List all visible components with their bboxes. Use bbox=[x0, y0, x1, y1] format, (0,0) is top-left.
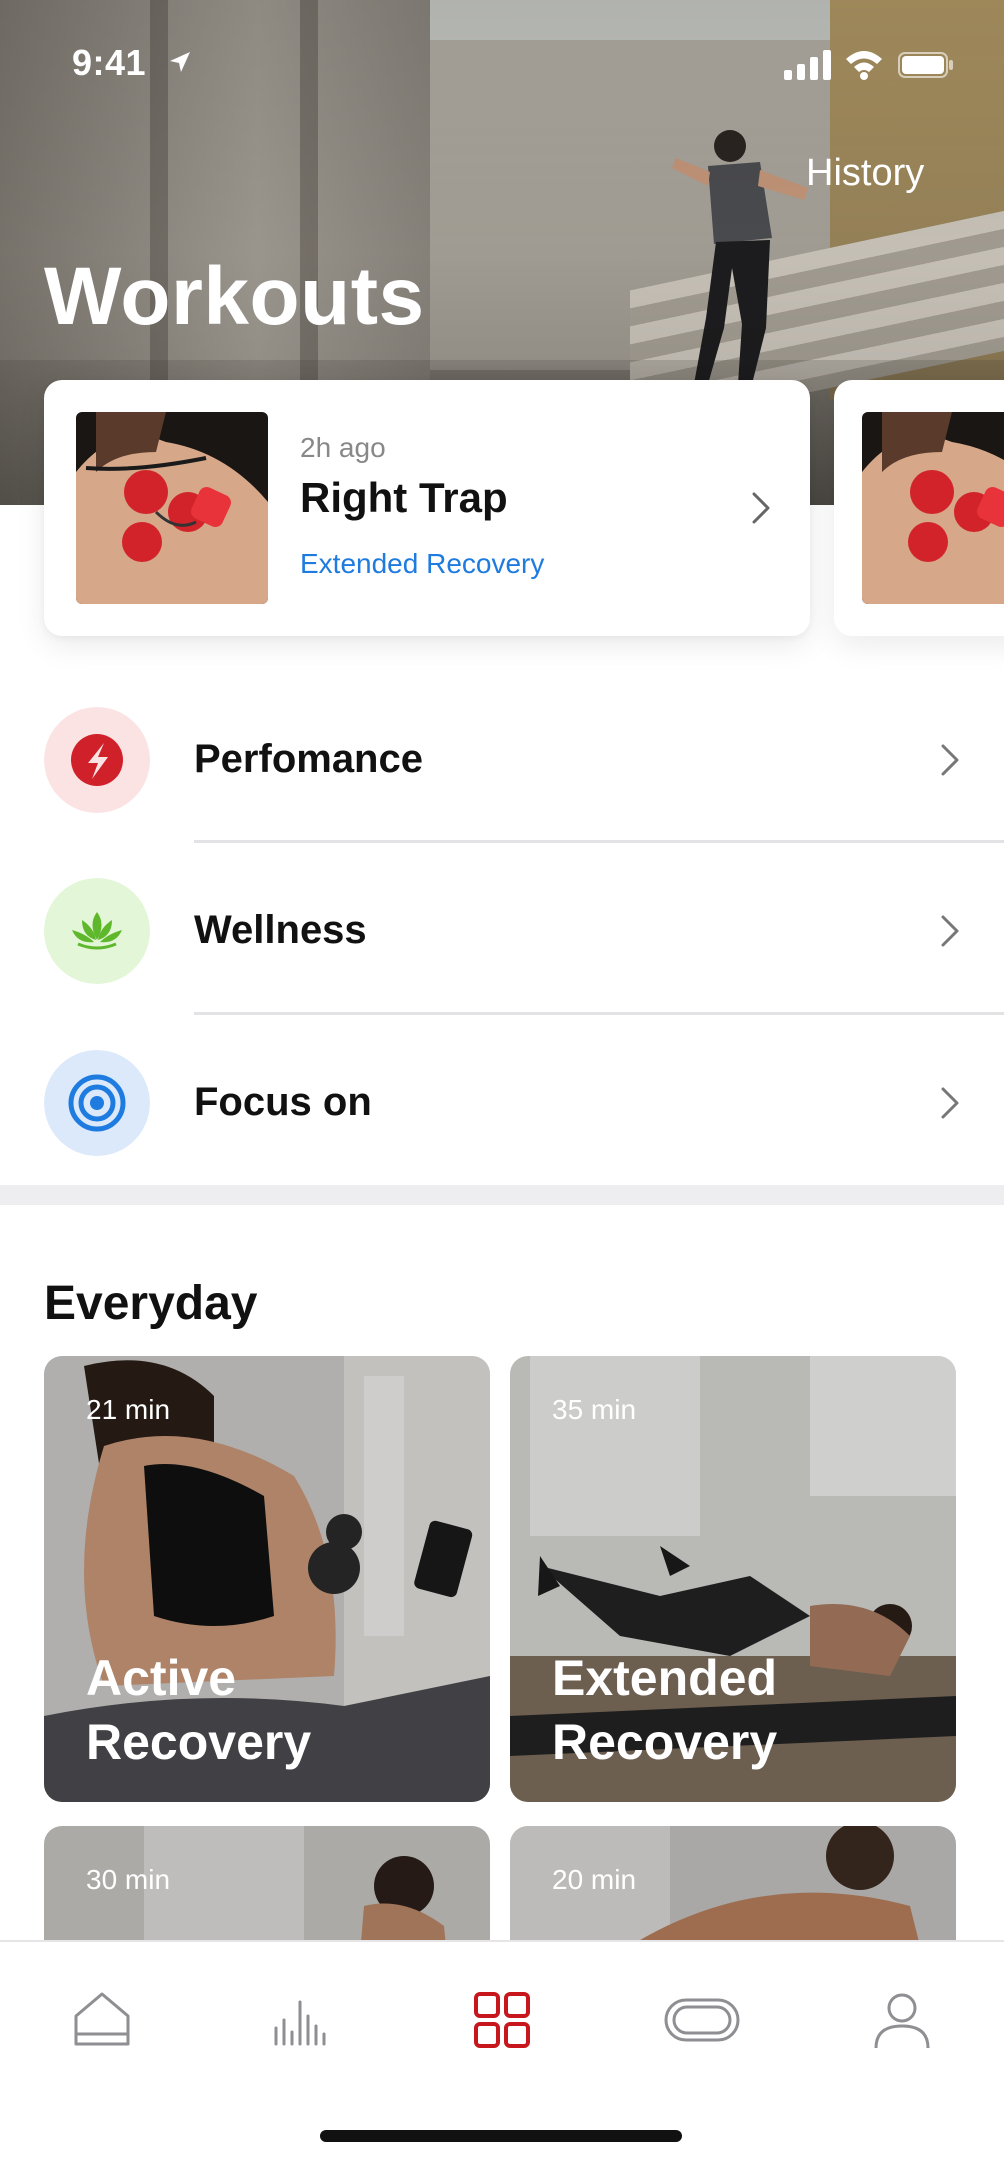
workouts-grid-icon[interactable] bbox=[462, 1980, 542, 2060]
category-row-focus[interactable]: Focus on bbox=[0, 1018, 1004, 1188]
recent-session-card-next[interactable] bbox=[834, 380, 1004, 636]
workout-duration: 35 min bbox=[552, 1394, 637, 1425]
divider bbox=[194, 840, 1004, 843]
recent-session-thumbnail bbox=[76, 412, 268, 604]
recent-session-program: Extended Recovery bbox=[300, 548, 545, 579]
workout-tile-active-recovery[interactable]: 21 min Active Recovery bbox=[44, 1356, 490, 1802]
chevron-right-icon bbox=[941, 1087, 959, 1119]
section-separator bbox=[0, 1185, 1004, 1205]
workout-duration: 21 min bbox=[86, 1394, 171, 1425]
workout-name: Active Recovery bbox=[86, 1650, 312, 1770]
home-icon[interactable] bbox=[62, 1980, 142, 2060]
category-row-wellness[interactable]: Wellness bbox=[0, 846, 1004, 1016]
category-label: Wellness bbox=[194, 908, 367, 952]
history-button[interactable]: History bbox=[806, 152, 924, 195]
page-title: Workouts bbox=[44, 251, 425, 342]
device-icon[interactable] bbox=[662, 1980, 742, 2060]
status-time: 9:41 bbox=[72, 42, 147, 83]
recent-session-thumbnail bbox=[862, 412, 1004, 604]
section-title-everyday: Everyday bbox=[44, 1277, 258, 1330]
workout-name: Extended Recovery bbox=[552, 1650, 778, 1770]
home-indicator bbox=[320, 2130, 682, 2142]
battery-icon bbox=[898, 52, 953, 78]
recent-session-time: 2h ago bbox=[300, 432, 386, 463]
divider bbox=[194, 1012, 1004, 1015]
category-label: Focus on bbox=[194, 1080, 372, 1124]
wifi-icon bbox=[846, 51, 882, 80]
status-bar: 9:41 bbox=[0, 0, 1004, 120]
workout-duration: 30 min bbox=[86, 1864, 171, 1895]
stats-icon[interactable] bbox=[262, 1980, 342, 2060]
chevron-right-icon bbox=[941, 744, 959, 776]
chevron-right-icon bbox=[941, 915, 959, 947]
location-arrow-icon bbox=[170, 52, 190, 72]
lotus-icon bbox=[44, 878, 150, 984]
workout-duration: 20 min bbox=[552, 1864, 637, 1895]
cellular-signal-icon bbox=[784, 50, 831, 80]
profile-icon[interactable] bbox=[862, 1980, 942, 2060]
category-label: Perfomance bbox=[194, 737, 423, 781]
target-icon bbox=[44, 1050, 150, 1156]
category-row-performance[interactable]: Perfomance bbox=[0, 675, 1004, 845]
lightning-bolt-icon bbox=[44, 707, 150, 813]
recent-session-card[interactable]: 2h ago Right Trap Extended Recovery bbox=[44, 380, 810, 636]
recent-session-title: Right Trap bbox=[300, 474, 508, 521]
workout-tile-extended-recovery[interactable]: 35 min Extended Recovery bbox=[510, 1356, 956, 1802]
chevron-right-icon bbox=[752, 492, 770, 524]
